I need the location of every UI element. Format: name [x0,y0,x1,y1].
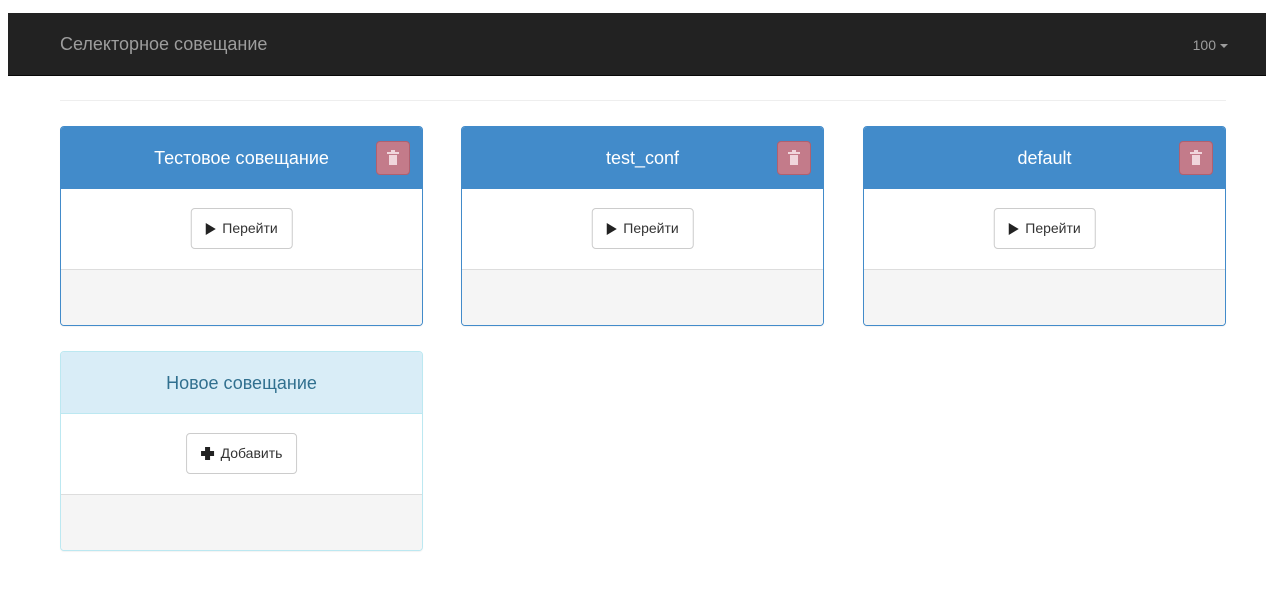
go-button[interactable]: Перейти [190,208,293,249]
plus-icon [200,447,214,460]
user-menu-label: 100 [1192,37,1216,53]
play-icon [1008,222,1019,235]
conference-title: test_conf [462,127,823,189]
conference-title: default [864,127,1225,189]
panel-body: Добавить [61,414,422,494]
play-icon [606,222,617,235]
new-conference-title: Новое совещание [61,352,422,414]
trash-icon [387,150,399,165]
panel-body: Перейти [864,189,1225,269]
trash-icon [788,150,800,165]
delete-button[interactable] [777,141,811,175]
panel-footer [61,494,422,550]
go-button-label: Перейти [222,220,278,236]
go-button[interactable]: Перейти [591,208,694,249]
panel-body: Перейти [61,189,422,269]
new-conference-panel: Новое совещание Добавить [60,351,423,551]
conference-panel: test_conf Перейти [461,126,824,326]
conference-title: Тестовое совещание [61,127,422,189]
panel-footer [61,269,422,325]
panel-footer [864,269,1225,325]
panel-body: Перейти [462,189,823,269]
conference-panel: default Перейти [863,126,1226,326]
user-menu-dropdown[interactable]: 100 [1193,36,1228,54]
app-brand[interactable]: Селекторное совещание [60,34,267,54]
panel-footer [462,269,823,325]
conference-panel: Тестовое совещание Перейти [60,126,423,326]
top-navbar: Селекторное совещание 100 [8,13,1266,76]
divider [60,100,1226,101]
play-icon [205,222,216,235]
caret-down-icon [1220,44,1228,49]
add-button[interactable]: Добавить [185,433,298,474]
go-button-label: Перейти [1025,220,1081,236]
delete-button[interactable] [1179,141,1213,175]
delete-button[interactable] [376,141,410,175]
go-button[interactable]: Перейти [993,208,1096,249]
add-button-label: Добавить [220,445,283,461]
trash-icon [1190,150,1202,165]
go-button-label: Перейти [623,220,679,236]
